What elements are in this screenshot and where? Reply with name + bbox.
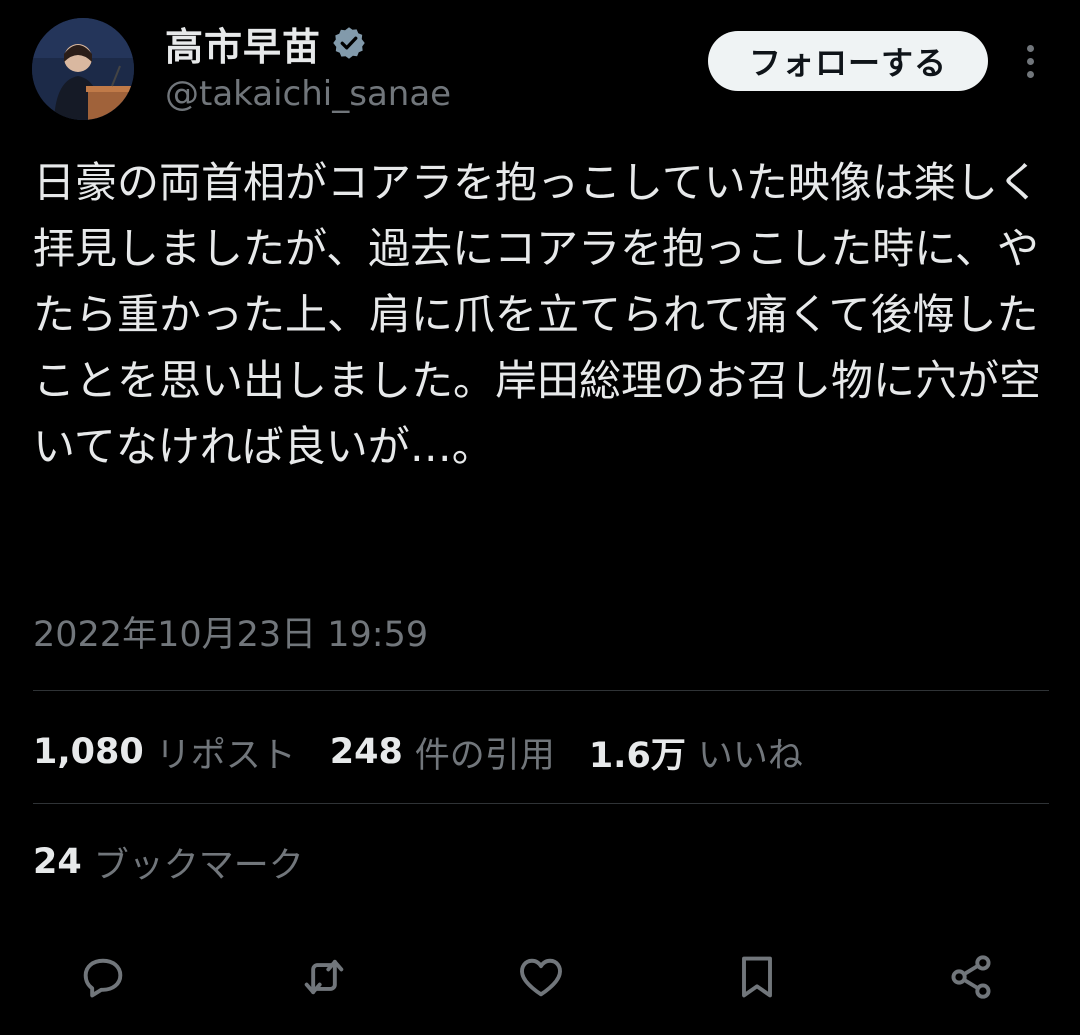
display-name-row: 高市早苗 xyxy=(165,20,367,69)
follow-button[interactable]: フォローする xyxy=(708,31,988,91)
repost-icon[interactable] xyxy=(292,945,356,1009)
divider xyxy=(33,803,1049,804)
more-dot xyxy=(1026,57,1034,65)
likes-count: 1.6万 xyxy=(588,735,686,776)
avatar[interactable] xyxy=(32,18,134,120)
divider xyxy=(33,690,1049,691)
user-handle[interactable]: @takaichi_sanae xyxy=(165,74,451,114)
like-icon[interactable] xyxy=(509,945,573,1009)
bookmark-icon[interactable] xyxy=(725,945,789,1009)
display-name[interactable]: 高市早苗 xyxy=(165,16,321,71)
quotes-label: 件の引用 xyxy=(414,735,555,776)
reposts-count: 1,080 xyxy=(33,732,144,772)
quotes-count: 248 xyxy=(329,732,403,772)
tweet-text: 日豪の両首相がコアラを抱っこしていた映像は楽しく拝見しましたが、過去にコアラを抱… xyxy=(33,158,1042,471)
bookmarks-label: ブックマーク xyxy=(93,845,304,886)
tweet-timestamp[interactable]: 2022年10月23日 19:59 xyxy=(33,606,428,657)
bookmarks-stat[interactable]: 24 ブックマーク xyxy=(33,832,304,892)
likes-label: いいね xyxy=(697,735,803,776)
share-icon[interactable] xyxy=(939,945,1003,1009)
reposts-stat[interactable]: 1,080 リポスト xyxy=(33,727,296,778)
reposts-label: リポスト xyxy=(155,735,296,776)
more-dot xyxy=(1026,70,1034,78)
verified-badge-icon xyxy=(333,27,365,59)
likes-stat[interactable]: 1.6万 いいね xyxy=(589,727,803,778)
engagement-stats: 1,080 リポスト 248 件の引用 1.6万 いいね xyxy=(33,722,837,782)
tweet-header: 高市早苗 @takaichi_sanae フォローする xyxy=(0,0,1080,130)
more-vertical-icon[interactable] xyxy=(1012,40,1048,82)
tweet-actions xyxy=(0,945,1080,1009)
more-dot xyxy=(1026,44,1034,52)
reply-icon[interactable] xyxy=(71,945,135,1009)
quotes-stat[interactable]: 248 件の引用 xyxy=(330,727,555,778)
bookmarks-count: 24 xyxy=(33,842,82,882)
